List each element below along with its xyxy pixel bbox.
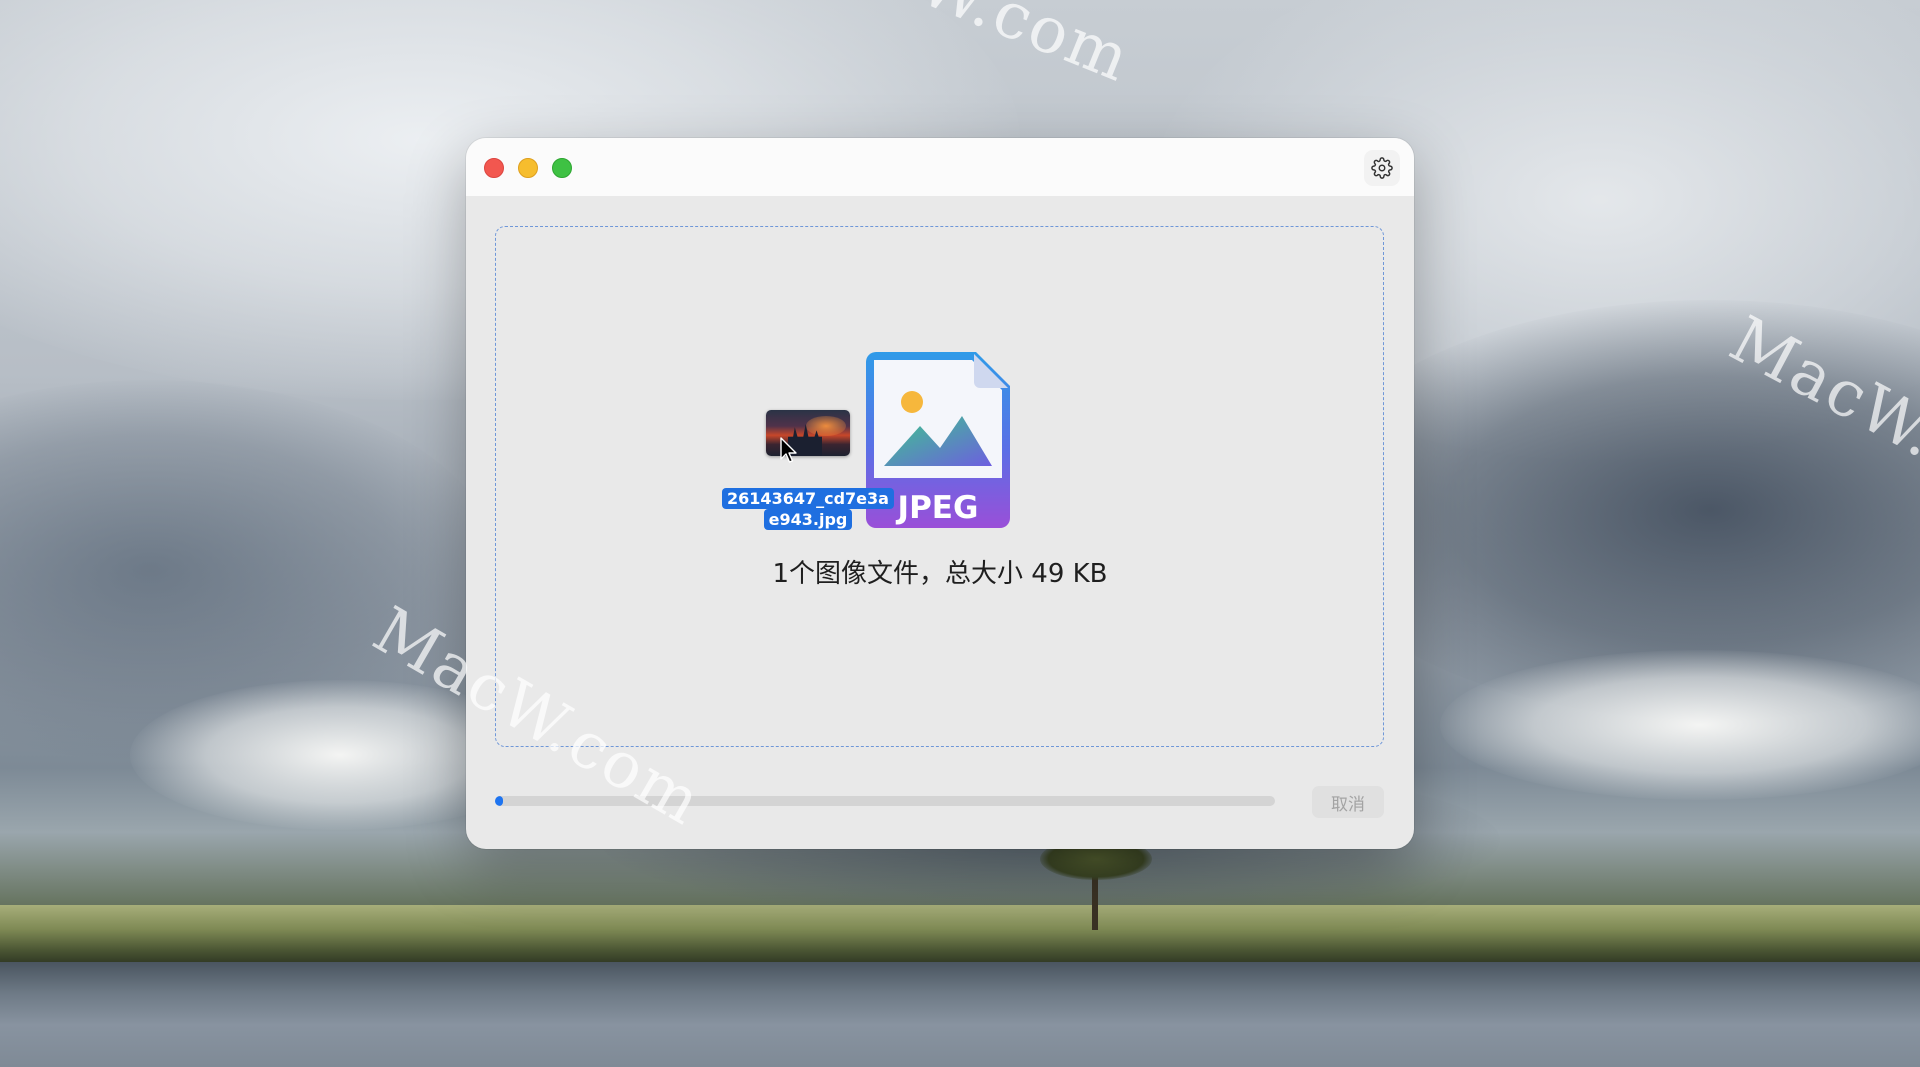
maximize-button[interactable] — [552, 158, 572, 178]
landscape-water — [0, 962, 1920, 1067]
files-summary: 1个图像文件，总大小 49 KB — [772, 559, 1108, 589]
cancel-button[interactable]: 取消 — [1312, 786, 1384, 818]
cloud — [1440, 650, 1920, 800]
minimize-button[interactable] — [518, 158, 538, 178]
gear-icon — [1371, 157, 1393, 179]
thumbnail-glow — [806, 416, 846, 436]
cursor-icon — [780, 437, 797, 463]
file-name-line2: e943.jpg — [763, 509, 853, 530]
dragged-file-thumbnail[interactable] — [766, 410, 850, 456]
dragged-file-name: 26143647_cd7e3a e943.jpg — [718, 488, 898, 530]
file-name-line1: 26143647_cd7e3a — [722, 488, 894, 509]
landscape-ground — [0, 905, 1920, 965]
progress-fill — [495, 796, 503, 806]
close-button[interactable] — [484, 158, 504, 178]
settings-button[interactable] — [1364, 150, 1400, 186]
title-bar — [466, 138, 1414, 196]
